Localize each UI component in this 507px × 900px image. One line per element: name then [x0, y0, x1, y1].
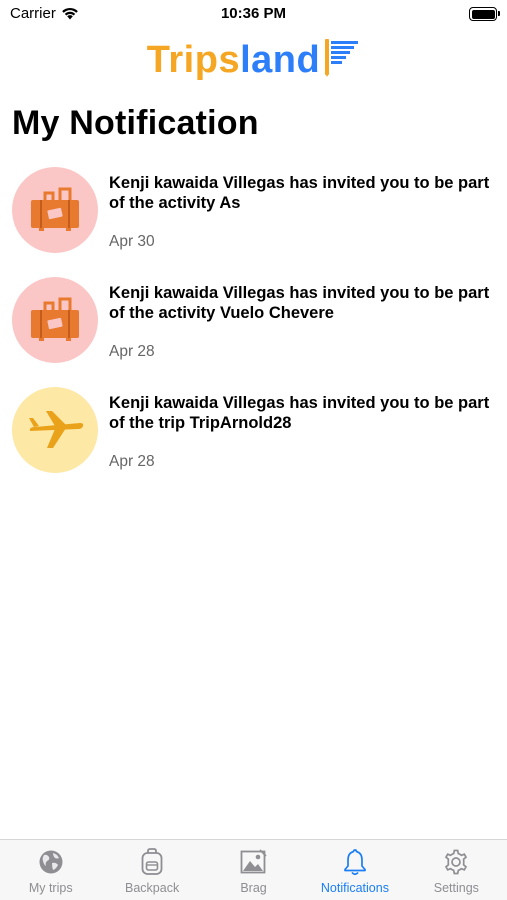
tab-backpack[interactable]: Backpack [101, 840, 202, 900]
notification-avatar [12, 387, 98, 473]
tab-brag[interactable]: Brag [203, 840, 304, 900]
tab-label: My trips [28, 881, 73, 895]
photo-icon [240, 848, 268, 876]
status-time: 10:36 PM [220, 5, 287, 22]
suitcase-icon [31, 187, 79, 231]
notification-message: Kenji kawaida Villegas has invited you t… [109, 174, 490, 212]
notification-item[interactable]: Kenji kawaida Villegas has invited you t… [0, 384, 507, 494]
tab-label: Backpack [125, 881, 180, 895]
notification-item[interactable]: Kenji kawaida Villegas has invited you t… [0, 164, 507, 274]
notification-date: Apr 30 [109, 233, 155, 250]
logo-text-trips: Trips [146, 38, 241, 81]
suitcase-icon [31, 297, 79, 341]
flag-logo-icon [325, 39, 359, 77]
tab-notifications[interactable]: Notifications [304, 840, 405, 900]
notification-date: Apr 28 [109, 343, 155, 360]
backpack-icon [138, 848, 166, 876]
notification-avatar [12, 167, 98, 253]
tab-settings[interactable]: Settings [406, 840, 507, 900]
notification-item[interactable]: Kenji kawaida Villegas has invited you t… [0, 274, 507, 384]
notification-message: Kenji kawaida Villegas has invited you t… [109, 394, 490, 432]
globe-icon [37, 848, 65, 876]
bell-icon [341, 848, 369, 876]
logo-text-land: land [240, 38, 321, 81]
battery-icon [469, 7, 500, 21]
tab-label: Notifications [320, 881, 389, 895]
notification-date: Apr 28 [109, 453, 155, 470]
app-logo: Tripsland [0, 36, 507, 84]
tab-label: Brag [240, 881, 267, 895]
notification-avatar [12, 277, 98, 363]
logo-wordmark: Tripsland [147, 39, 320, 82]
gear-icon [442, 848, 470, 876]
tab-my-trips[interactable]: My trips [0, 840, 101, 900]
status-bar: Carrier 10:36 PM [0, 0, 507, 30]
page-title: My Notification [12, 104, 259, 142]
tab-bar: My trips Backpack Brag Notifications Set… [0, 839, 507, 900]
notification-list: Kenji kawaida Villegas has invited you t… [0, 164, 507, 494]
notification-message: Kenji kawaida Villegas has invited you t… [109, 284, 490, 322]
tab-label: Settings [433, 881, 479, 895]
airplane-icon [29, 411, 84, 448]
